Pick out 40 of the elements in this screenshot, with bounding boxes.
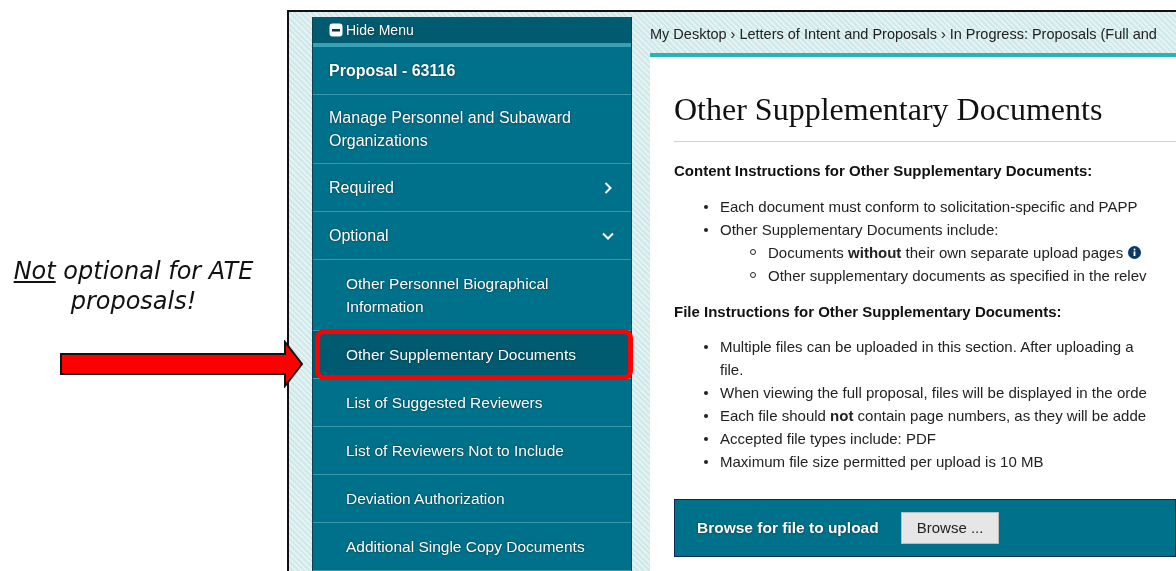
bullet-icon bbox=[704, 204, 708, 209]
bullet-text: Documents without their own separate upload pages bbox=[768, 242, 1124, 263]
sidebar-subitem[interactable]: Deviation Authorization bbox=[313, 475, 631, 523]
bullet-icon bbox=[704, 437, 708, 441]
bullet-text: Each file should not contain page numbers, as they will be adde bbox=[720, 406, 1147, 426]
bullet-text: Other supplementary documents as specified in the relev bbox=[768, 265, 1147, 286]
bullet-text: Other Supplementary Documents include: bbox=[720, 219, 999, 240]
bullet-text: Accepted file types include: PDF bbox=[720, 429, 936, 449]
proposal-title: Proposal - 63116 bbox=[313, 47, 631, 95]
bullet-icon bbox=[704, 227, 708, 232]
browse-button[interactable]: Browse ... bbox=[900, 512, 1000, 544]
bullet-text: Each document must conform to solicitation-specific and PAPP bbox=[720, 196, 1138, 217]
bullet-text: When viewing the full proposal, files will be displayed in the orde bbox=[720, 383, 1147, 403]
sidebar-group[interactable]: Required bbox=[313, 164, 631, 212]
sidebar-subitem[interactable]: List of Suggested Reviewers bbox=[313, 379, 631, 427]
breadcrumb-link[interactable]: Letters of Intent and Proposals bbox=[739, 24, 937, 46]
page-title: Other Supplementary Documents bbox=[674, 90, 1104, 129]
minus-icon bbox=[329, 23, 343, 37]
hide-menu-button[interactable]: Hide Menu bbox=[313, 17, 631, 47]
bullet-icon bbox=[704, 345, 708, 349]
section-heading: File Instructions for Other Supplementary Documents: bbox=[674, 301, 1063, 322]
sidebar-subitem[interactable]: Additional Single Copy Documents bbox=[313, 523, 631, 571]
annotation-note: Not optional for ATE proposals! bbox=[12, 256, 255, 316]
sidebar-item[interactable]: Manage Personnel and Subaward Organizations bbox=[313, 95, 631, 164]
sidebar-subitem[interactable]: Other Supplementary Documents bbox=[313, 331, 631, 379]
bullet-icon bbox=[704, 414, 708, 418]
breadcrumb-link[interactable]: In Progress: Proposals (Full and bbox=[949, 24, 1157, 46]
breadcrumb-separator: › bbox=[940, 25, 946, 45]
sidebar-subitem[interactable]: List of Reviewers Not to Include bbox=[313, 427, 631, 475]
breadcrumb-link[interactable]: My Desktop bbox=[650, 24, 727, 46]
bullet-icon bbox=[704, 391, 708, 395]
bullet-icon bbox=[704, 460, 708, 464]
bullet-text: file. bbox=[720, 360, 745, 380]
info-icon[interactable] bbox=[1128, 245, 1142, 259]
bullet-text: Maximum file size permitted per upload is 10 MB bbox=[720, 452, 1044, 472]
bullet-text: Multiple files can be uploaded in this section. After uploading a bbox=[720, 337, 1134, 357]
breadcrumb-separator: › bbox=[730, 25, 736, 45]
sidebar-group[interactable]: Optional bbox=[313, 212, 631, 260]
section-heading: Content Instructions for Other Supplementary Documents: bbox=[674, 161, 1094, 181]
upload-label: Browse for file to upload bbox=[697, 518, 879, 539]
